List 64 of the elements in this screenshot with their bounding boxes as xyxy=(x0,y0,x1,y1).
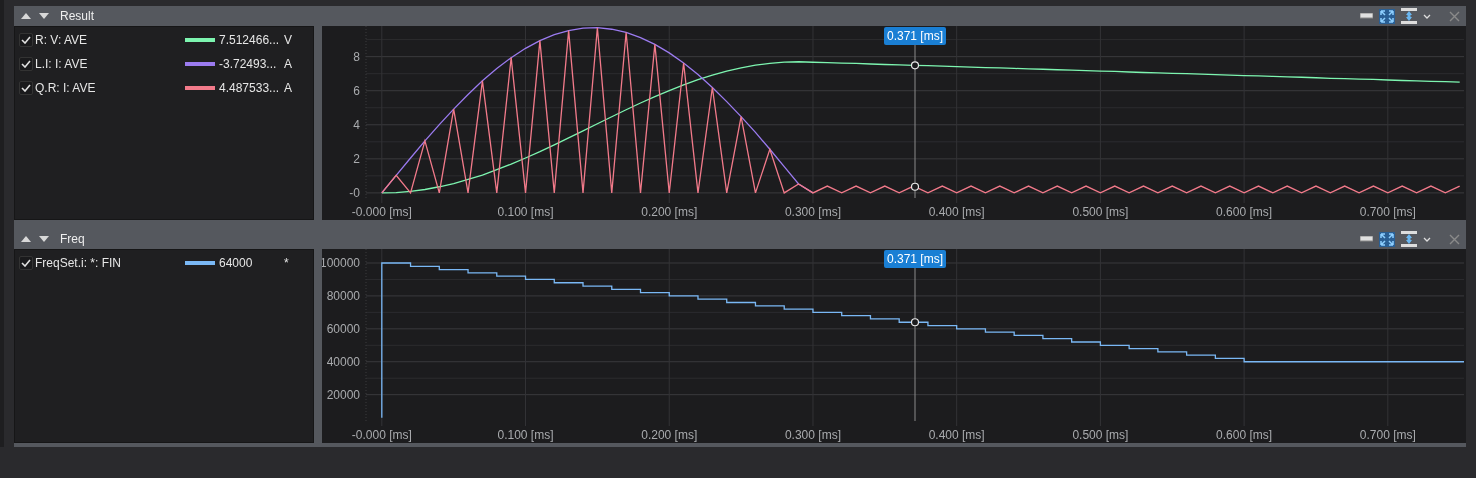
check-icon xyxy=(21,259,31,267)
checkbox[interactable] xyxy=(19,57,33,71)
checkbox[interactable] xyxy=(19,256,33,270)
axis-label: -0 xyxy=(349,185,360,200)
axis-label: 0.300 [ms] xyxy=(784,205,841,219)
series-value: 7.512466... xyxy=(219,32,281,49)
axis-label: 0.700 [ms] xyxy=(1359,205,1416,219)
caret-icon[interactable] xyxy=(1423,13,1431,19)
series-name: L.I: I: AVE xyxy=(35,56,89,73)
axis-label: 8 xyxy=(353,49,360,64)
minimize-icon[interactable] xyxy=(1360,236,1373,242)
axis-label: 4 xyxy=(353,117,360,132)
series-name: Q.R: I: AVE xyxy=(35,80,97,97)
minimize-icon[interactable] xyxy=(1360,13,1373,19)
cursor-marker xyxy=(910,318,920,327)
axis-label: 2 xyxy=(353,151,360,166)
series-unit: A xyxy=(284,56,292,73)
axis-label: 0.100 [ms] xyxy=(497,428,554,442)
axis-label: 20000 xyxy=(326,387,360,402)
cursor-marker xyxy=(910,61,920,70)
axis-label: -0.000 [ms] xyxy=(351,205,412,219)
axis-label: 60000 xyxy=(326,321,360,336)
axis-label: 80000 xyxy=(326,288,360,303)
check-icon xyxy=(21,36,31,44)
series-unit: V xyxy=(284,32,292,49)
axis-label: 40000 xyxy=(326,354,360,369)
series-name: R: V: AVE xyxy=(35,32,89,49)
axis-label: 0.500 [ms] xyxy=(1072,428,1129,442)
expand-icon[interactable] xyxy=(1379,8,1395,24)
down-arrow-icon[interactable] xyxy=(38,12,50,20)
fit-height-icon[interactable] xyxy=(1401,231,1417,247)
cursor-label: 0.371 [ms] xyxy=(884,250,946,268)
check-icon xyxy=(21,84,31,92)
series-value: -3.72493... xyxy=(219,56,278,73)
axis-label: 0.200 [ms] xyxy=(641,428,698,442)
expand-icon[interactable] xyxy=(1379,231,1395,247)
series-value: 4.487533... xyxy=(219,80,281,97)
checkbox[interactable] xyxy=(19,33,33,47)
axis-label: 0.500 [ms] xyxy=(1072,205,1129,219)
axis-label: 0.400 [ms] xyxy=(928,205,985,219)
axis-label: 0.700 [ms] xyxy=(1359,428,1416,442)
panel-title: Freq xyxy=(60,231,85,248)
axis-label: -0.000 [ms] xyxy=(351,428,412,442)
series-unit: * xyxy=(284,255,289,272)
down-arrow-icon[interactable] xyxy=(38,235,50,243)
up-arrow-icon[interactable] xyxy=(20,235,32,243)
panel-title: Result xyxy=(60,8,94,25)
axis-label: 0.100 [ms] xyxy=(497,205,554,219)
cursor-label: 0.371 [ms] xyxy=(884,27,946,45)
fit-height-icon[interactable] xyxy=(1401,8,1417,24)
axis-label: 0.300 [ms] xyxy=(784,428,841,442)
axis-label: 0.400 [ms] xyxy=(928,428,985,442)
series-unit: A xyxy=(284,80,292,97)
series-value: 64000 xyxy=(219,255,254,272)
cursor-marker xyxy=(910,182,920,191)
checkbox[interactable] xyxy=(19,81,33,95)
check-icon xyxy=(21,60,31,68)
axis-label: 0.200 [ms] xyxy=(641,205,698,219)
axis-label: 0.600 [ms] xyxy=(1216,205,1273,219)
axis-label: 6 xyxy=(353,83,360,98)
series-name: FreqSet.i: *: FIN xyxy=(35,255,123,272)
up-arrow-icon[interactable] xyxy=(20,12,32,20)
axis-label: 0.600 [ms] xyxy=(1216,428,1273,442)
caret-icon[interactable] xyxy=(1423,236,1431,242)
